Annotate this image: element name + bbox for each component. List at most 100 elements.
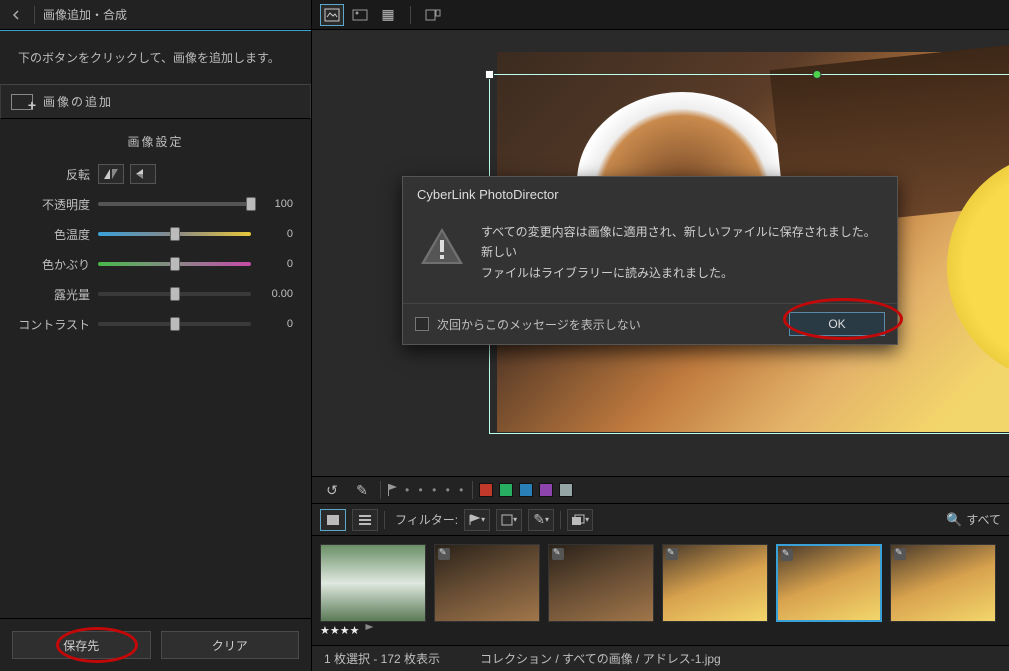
thumb-list-button[interactable] xyxy=(352,509,378,531)
opacity-slider[interactable] xyxy=(98,202,251,206)
flag-icon xyxy=(365,624,373,634)
opacity-label: 不透明度 xyxy=(18,196,90,213)
contrast-slider[interactable] xyxy=(98,322,251,326)
edited-icon xyxy=(552,548,564,560)
color-swatch-gray[interactable] xyxy=(559,483,573,497)
color-temp-label: 色温度 xyxy=(18,226,90,243)
thumbnail-image[interactable] xyxy=(434,544,540,622)
panel-body: 下のボタンをクリックして、画像を追加します。 画像の追加 画像設定 反転 xyxy=(0,31,311,618)
contrast-value: 0 xyxy=(259,318,293,330)
search-box[interactable]: 🔍 すべて xyxy=(946,511,1001,528)
panel-title: 画像追加・合成 xyxy=(43,6,127,23)
tint-slider[interactable] xyxy=(98,262,251,266)
thumbnail[interactable] xyxy=(776,544,882,637)
filter-bar: フィルター: ▾ ▾ ✎▾ ▾ 🔍 すべて xyxy=(312,504,1009,536)
add-image-label: 画像の追加 xyxy=(43,93,113,110)
handle-icon[interactable] xyxy=(485,70,494,79)
dialog-footer: 次回からこのメッセージを表示しない OK xyxy=(403,303,897,344)
color-swatch-red[interactable] xyxy=(479,483,493,497)
right-pane: ▦ CyberLink PhotoDirector xyxy=(312,0,1009,671)
exposure-value: 0.00 xyxy=(259,288,293,300)
separator xyxy=(384,511,385,529)
filter-label-button[interactable]: ▾ xyxy=(496,509,522,531)
view-single-button[interactable] xyxy=(320,4,344,26)
edited-icon xyxy=(894,548,906,560)
panel-header: 画像追加・合成 xyxy=(0,0,311,30)
thumbnail-rating: ★★★★ xyxy=(320,624,426,637)
color-temp-row: 色温度 0 xyxy=(18,220,293,248)
thumbnail[interactable]: ★★★★ xyxy=(320,544,426,637)
thumbnail-image[interactable] xyxy=(662,544,768,622)
tint-row: 色かぶり 0 xyxy=(18,250,293,278)
dialog-title: CyberLink PhotoDirector xyxy=(403,177,897,212)
metadata-bar: ↺ ✎ • • • • • xyxy=(312,476,1009,504)
view-grid-button[interactable]: ▦ xyxy=(376,4,400,26)
color-swatch-blue[interactable] xyxy=(519,483,533,497)
status-breadcrumb: コレクション / すべての画像 / アドレス-1.jpg xyxy=(480,650,721,667)
flip-label: 反転 xyxy=(18,166,90,183)
thumbnail-image[interactable] xyxy=(548,544,654,622)
exposure-row: 露光量 0.00 xyxy=(18,280,293,308)
view-compare-button[interactable] xyxy=(348,4,372,26)
exposure-label: 露光量 xyxy=(18,286,90,303)
flag-icon[interactable] xyxy=(387,483,399,497)
flip-row: 反転 xyxy=(18,160,293,188)
save-to-button[interactable]: 保存先 xyxy=(12,631,151,659)
ok-button[interactable]: OK xyxy=(789,312,885,336)
back-button[interactable] xyxy=(6,5,26,25)
edited-icon xyxy=(781,549,793,561)
rating-dots[interactable]: • • • • • xyxy=(405,483,466,497)
dialog-line-1: すべての変更内容は画像に適用され、新しいファイルに保存されました。新しい xyxy=(481,222,881,263)
dont-show-label: 次回からこのメッセージを表示しない xyxy=(437,316,641,333)
exposure-slider[interactable] xyxy=(98,292,251,296)
color-temp-slider[interactable] xyxy=(98,232,251,236)
add-image-icon xyxy=(11,94,33,110)
filter-flag-button[interactable]: ▾ xyxy=(464,509,490,531)
status-selection: 1 枚選択 - 172 枚表示 xyxy=(324,650,440,667)
thumbnail[interactable] xyxy=(662,544,768,637)
filter-edit-button[interactable]: ✎▾ xyxy=(528,509,554,531)
add-image-button[interactable]: 画像の追加 xyxy=(0,84,311,119)
brush-button[interactable]: ✎ xyxy=(350,479,374,501)
dialog-body: すべての変更内容は画像に適用され、新しいファイルに保存されました。新しい ファイ… xyxy=(403,212,897,303)
separator xyxy=(410,6,411,24)
thumbnail[interactable] xyxy=(548,544,654,637)
dialog: CyberLink PhotoDirector すべての変更内容は画像に適用され… xyxy=(402,176,898,345)
section-title: 画像設定 xyxy=(18,133,293,150)
canvas-area[interactable]: CyberLink PhotoDirector すべての変更内容は画像に適用され… xyxy=(312,30,1009,476)
color-swatch-purple[interactable] xyxy=(539,483,553,497)
clear-button[interactable]: クリア xyxy=(161,631,300,659)
rotate-handle-icon[interactable] xyxy=(813,70,822,79)
fullscreen-button[interactable] xyxy=(421,4,445,26)
opacity-row: 不透明度 100 xyxy=(18,190,293,218)
thumbnail[interactable] xyxy=(434,544,540,637)
hint-text: 下のボタンをクリックして、画像を追加します。 xyxy=(18,43,293,84)
left-panel: 画像追加・合成 下のボタンをクリックして、画像を追加します。 画像の追加 画像設… xyxy=(0,0,312,671)
thumbnail-strip: ★★★★ xyxy=(312,536,1009,645)
rotate-left-button[interactable]: ↺ xyxy=(320,479,344,501)
thumbnail-image[interactable] xyxy=(320,544,426,622)
thumb-large-button[interactable] xyxy=(320,509,346,531)
checkbox-icon xyxy=(415,317,429,331)
tint-value: 0 xyxy=(259,258,293,270)
separator xyxy=(560,511,561,529)
dialog-line-2: ファイルはライブラリーに読み込まれました。 xyxy=(481,263,881,283)
thumbnail-image[interactable] xyxy=(890,544,996,622)
grid-icon: ▦ xyxy=(381,6,394,23)
dialog-message: すべての変更内容は画像に適用され、新しいファイルに保存されました。新しい ファイ… xyxy=(481,222,881,283)
flip-horizontal-button[interactable] xyxy=(98,164,124,184)
stack-button[interactable]: ▾ xyxy=(567,509,593,531)
filter-label: フィルター: xyxy=(395,511,458,528)
status-bar: 1 枚選択 - 172 枚表示 コレクション / すべての画像 / アドレス-1… xyxy=(312,645,1009,671)
thumbnail-image-selected[interactable] xyxy=(776,544,882,622)
color-swatch-green[interactable] xyxy=(499,483,513,497)
separator xyxy=(472,481,473,499)
edited-icon xyxy=(666,548,678,560)
warning-icon xyxy=(419,226,465,266)
dont-show-checkbox[interactable]: 次回からこのメッセージを表示しない xyxy=(415,316,641,333)
top-toolbar: ▦ xyxy=(312,0,1009,30)
opacity-value: 100 xyxy=(259,198,293,210)
flip-vertical-button[interactable] xyxy=(130,164,156,184)
thumbnail[interactable] xyxy=(890,544,996,637)
contrast-label: コントラスト xyxy=(18,316,90,333)
